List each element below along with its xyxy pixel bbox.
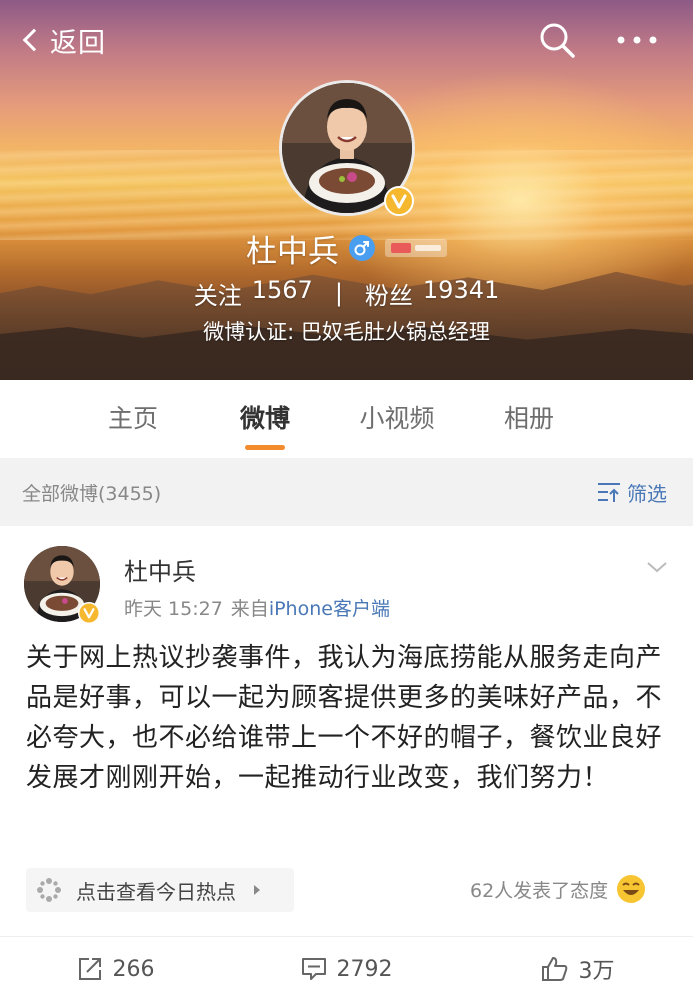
post-verified-icon [78,602,100,624]
post-author[interactable]: 杜中兵 [124,552,196,587]
post-card: 杜中兵 昨天 15:27 来自iPhone客户端 关于网上热议抄袭事件，我认为海… [0,526,693,1000]
back-button[interactable]: 返回 [18,18,106,62]
repost-count: 266 [112,956,155,982]
post-source-wrap: 来自iPhone客户端 [231,594,390,621]
search-icon [540,23,575,58]
male-icon [349,235,375,261]
top-bar: 返回 [0,0,693,80]
post-time: 昨天 15:27 [124,598,223,620]
tab-album[interactable]: 相册 [463,380,595,458]
profile-cover: 返回 杜中兵 关注 1567 | 粉丝 19341 微博认证: 巴奴毛肚火锅总经… [0,0,693,380]
hot-topics-label: 点击查看今日热点 [76,879,236,904]
comment-icon [301,958,326,980]
tab-videos-label: 小视频 [359,404,435,433]
tab-videos[interactable]: 小视频 [331,380,463,458]
followers-count: 19341 [422,275,500,304]
filter-bar: 全部微博(3455) 筛选 [0,460,693,524]
verification-text: 微博认证: 巴奴毛肚火锅总经理 [203,320,490,344]
verified-icon [384,186,414,216]
post-actions: 266 2792 3万 [0,938,693,1000]
post-count-label: 全部微博(3455) [22,482,162,505]
filter-button-label: 筛选 [627,481,667,506]
post-divider [0,936,693,937]
back-label: 返回 [50,27,106,59]
tab-album-label: 相册 [503,404,554,433]
reactions-summary[interactable]: 62人发表了态度 [470,874,646,904]
profile-tabs: 主页 微博 小视频 相册 [0,380,693,458]
tab-weibo-label: 微博 [239,404,290,433]
repost-icon [78,958,101,980]
member-badge-bar [415,245,441,251]
like-count: 3万 [578,959,615,984]
search-button[interactable] [537,20,577,60]
following-count: 1567 [251,275,313,304]
filter-icon [598,483,620,502]
chevron-down-icon[interactable] [646,556,668,578]
following-label: 关注 [193,281,242,310]
repost-button[interactable]: 266 [0,938,231,1000]
stats-separator: | [334,279,343,307]
followers-label: 粉丝 [364,281,413,310]
back-chevron-icon [22,28,46,52]
comment-count: 2792 [336,956,393,982]
tab-weibo[interactable]: 微博 [199,380,331,458]
following-stat[interactable]: 关注 1567 [194,276,313,311]
profile-name: 杜中兵 [246,233,339,270]
post-meta: 昨天 15:27 来自iPhone客户端 [124,594,390,621]
post-text: 关于网上热议抄袭事件，我认为海底捞能从服务走向产品是好事，可以一起为顾客提供更多… [26,643,663,793]
hot-spark-icon [37,878,61,902]
laugh-emoji-icon [617,875,646,903]
more-icon [617,36,657,44]
active-tab-indicator [245,445,285,450]
comment-button[interactable]: 2792 [231,938,462,1000]
member-badge[interactable] [385,239,447,257]
profile-name-row: 杜中兵 [0,228,693,270]
hot-topics-button[interactable]: 点击查看今日热点 [26,868,294,912]
chevron-right-icon [254,885,260,895]
profile-stats: 关注 1567 | 粉丝 19341 [0,275,693,311]
reactions-label: 62人发表了态度 [470,879,609,902]
like-icon [541,957,567,981]
tab-home-label: 主页 [107,404,158,433]
post-source-prefix: 来自 [230,598,269,620]
followers-stat[interactable]: 粉丝 19341 [365,276,499,311]
more-button[interactable] [612,22,662,58]
like-button[interactable]: 3万 [462,938,693,1000]
post-source[interactable]: iPhone客户端 [269,598,390,620]
filter-button[interactable]: 筛选 [597,478,667,507]
tab-home[interactable]: 主页 [67,380,199,458]
member-badge-mark [391,243,411,253]
